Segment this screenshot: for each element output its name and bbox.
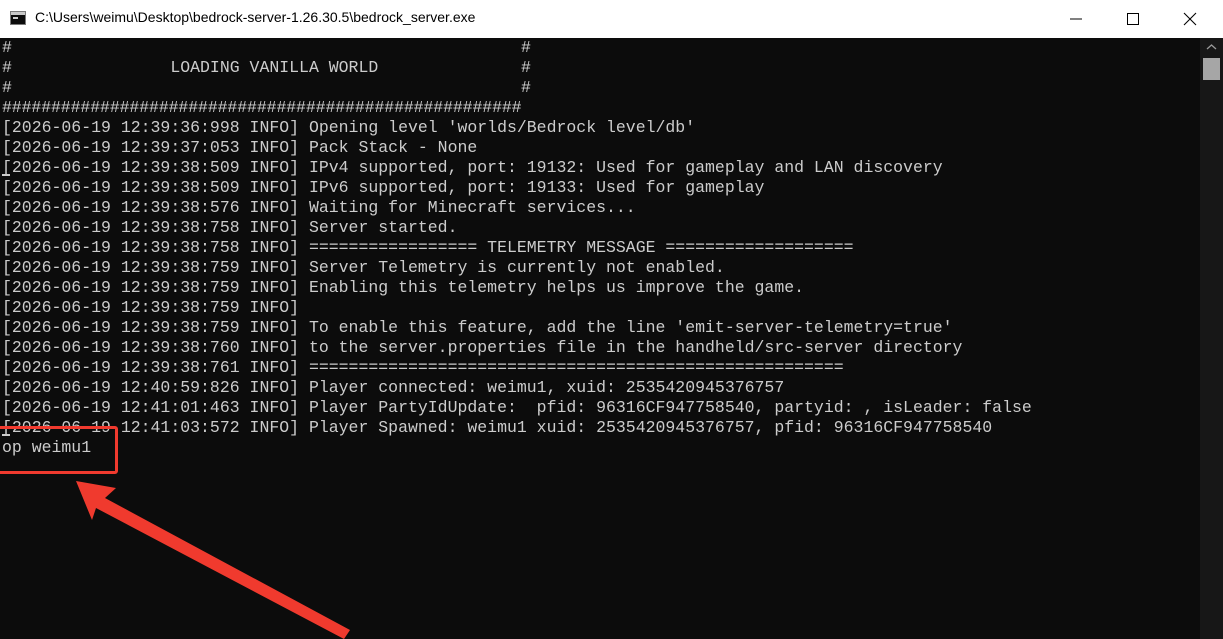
console-output[interactable]: # # # LOADING VANILLA WORLD # # # ######… [0,38,1200,639]
header-hash-line: ########################################… [2,98,522,117]
log-line: [2026-06-19 12:39:36:998 INFO] Opening l… [2,118,696,137]
log-line: [2026-06-19 12:39:38:509 INFO] IPv4 supp… [2,158,943,177]
header-right-hash: # [521,58,531,77]
log-line: [2026-06-19 12:39:38:758 INFO] Server st… [2,218,458,237]
annotation-highlight-box [0,426,118,474]
close-icon [1183,12,1197,26]
line-marker [2,174,10,176]
log-line: [2026-06-19 12:40:59:826 INFO] Player co… [2,378,785,397]
log-line: [2026-06-19 12:39:37:053 INFO] Pack Stac… [2,138,478,157]
log-line: [2026-06-19 12:39:38:760 INFO] to the se… [2,338,963,357]
window-title: C:\Users\weimu\Desktop\bedrock-server-1.… [35,9,476,25]
header-right-hash: # [521,78,531,97]
header-line: # [2,78,12,97]
log-line: [2026-06-19 12:39:38:759 INFO] To enable… [2,318,953,337]
scroll-up-button[interactable] [1200,38,1223,56]
console-window: C:\Users\weimu\Desktop\bedrock-server-1.… [0,0,1223,639]
title-bar[interactable]: C:\Users\weimu\Desktop\bedrock-server-1.… [0,0,1223,38]
chevron-up-icon [1206,44,1217,50]
log-line: [2026-06-19 12:41:03:572 INFO] Player Sp… [2,418,993,437]
log-line: [2026-06-19 12:39:38:759 INFO] Enabling … [2,278,805,297]
scrollbar-thumb[interactable] [1203,58,1220,80]
minimize-button[interactable] [1053,0,1099,38]
log-line: [2026-06-19 12:39:38:509 INFO] IPv6 supp… [2,178,765,197]
maximize-icon [1127,13,1139,25]
header-title-line: # LOADING VANILLA WORLD [2,58,379,77]
header-line: # [2,38,12,57]
vertical-scrollbar[interactable] [1200,38,1223,639]
console-app-icon [10,11,26,25]
log-line: [2026-06-19 12:41:01:463 INFO] Player Pa… [2,398,1032,417]
log-line: [2026-06-19 12:39:38:576 INFO] Waiting f… [2,198,636,217]
log-line: [2026-06-19 12:39:38:759 INFO] [2,298,300,317]
maximize-button[interactable] [1110,0,1156,38]
close-button[interactable] [1167,0,1213,38]
header-right-hash: # [521,38,531,57]
log-line: [2026-06-19 12:39:38:761 INFO] =========… [2,358,844,377]
log-line: [2026-06-19 12:39:38:759 INFO] Server Te… [2,258,725,277]
minimize-icon [1070,18,1082,20]
log-line: [2026-06-19 12:39:38:758 INFO] =========… [2,238,854,257]
